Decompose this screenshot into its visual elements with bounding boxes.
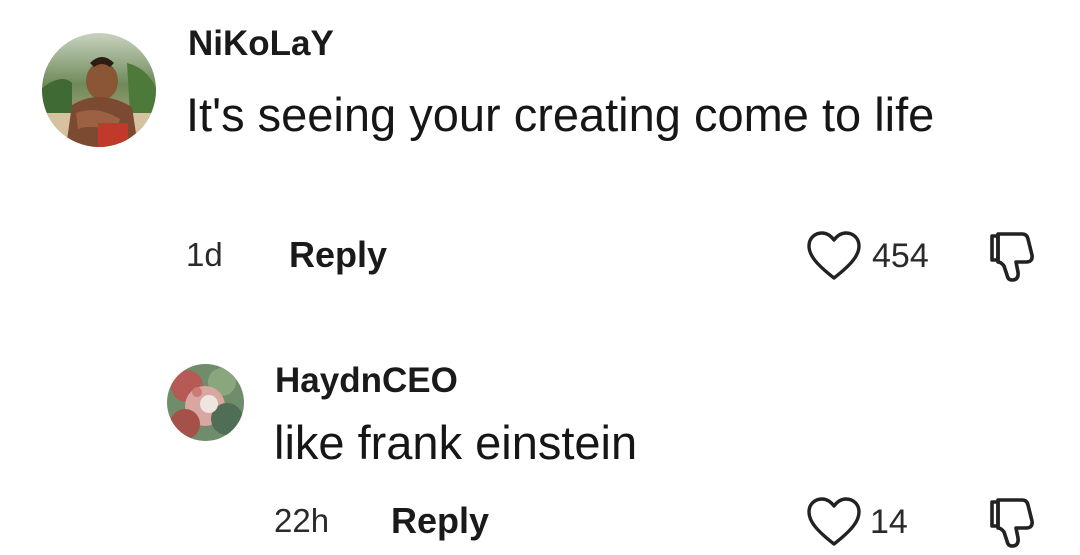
reply-button[interactable]: Reply xyxy=(391,500,489,542)
thumbs-down-outline-icon xyxy=(990,498,1034,548)
reply-button[interactable]: Reply xyxy=(289,234,387,276)
username[interactable]: HaydnCEO xyxy=(275,361,458,401)
like-button[interactable]: 454 xyxy=(806,230,929,282)
username[interactable]: NiKoLaY xyxy=(188,24,334,64)
comment-reply: HaydnCEO like frank einstein 22h Reply 1… xyxy=(0,320,1080,550)
timestamp: 22h xyxy=(274,502,330,539)
comment-text: It's seeing your creating come to life xyxy=(186,88,935,141)
avatar[interactable] xyxy=(167,364,244,441)
like-button[interactable]: 14 xyxy=(806,496,908,548)
avatar-image xyxy=(167,364,244,441)
heart-outline-icon xyxy=(807,497,861,546)
comment-text: like frank einstein xyxy=(274,416,638,469)
dislike-button[interactable] xyxy=(986,228,1042,284)
thumbs-down-outline-icon xyxy=(990,232,1034,282)
timestamp: 1d xyxy=(186,236,223,273)
comment: NiKoLaY It's seeing your creating come t… xyxy=(0,0,1080,320)
like-count: 454 xyxy=(872,236,929,275)
avatar-image xyxy=(42,33,156,147)
like-count: 14 xyxy=(870,502,908,541)
avatar[interactable] xyxy=(42,33,156,147)
heart-outline-icon xyxy=(807,231,861,280)
dislike-button[interactable] xyxy=(986,494,1042,550)
